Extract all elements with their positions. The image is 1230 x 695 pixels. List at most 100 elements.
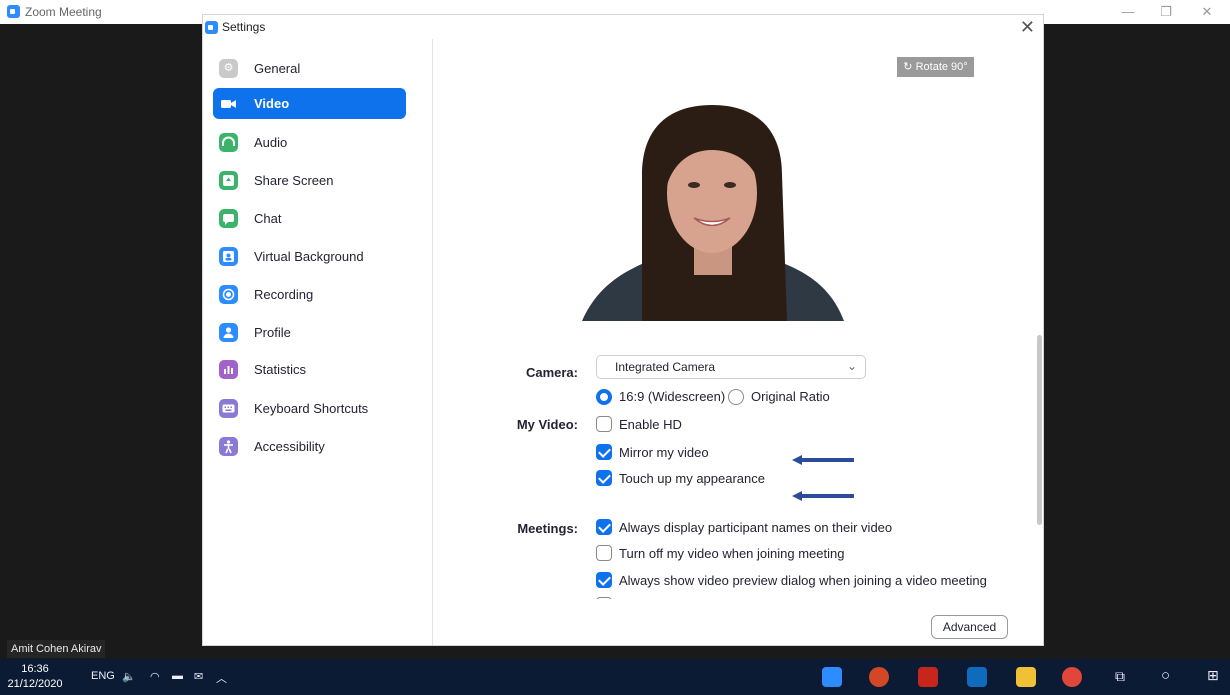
sidebar-item-label: Video: [254, 96, 290, 111]
zoom-app-icon: [205, 21, 218, 34]
participant-name-tag: Amit Cohen Akirav: [7, 640, 106, 658]
turn-off-video-checkbox[interactable]: [596, 545, 612, 561]
restore-button[interactable]: ❐: [1151, 2, 1181, 22]
ratio-widescreen-option[interactable]: 16:9 (Widescreen): [596, 387, 726, 407]
camera-select-value: Integrated Camera: [615, 360, 716, 374]
chevron-down-icon: ⌄: [846, 359, 857, 373]
meetings-label: Meetings:: [517, 521, 578, 536]
radio-original-ratio-label: Original Ratio: [751, 389, 830, 404]
taskbar-clock[interactable]: 16:36 21/12/2020: [5, 662, 65, 692]
task-view-icon[interactable]: ⧉: [1115, 668, 1125, 685]
chrome-taskbar-icon[interactable]: [1062, 667, 1082, 687]
battery-icon[interactable]: ▬: [172, 670, 183, 682]
my-video-label: My Video:: [516, 417, 578, 432]
enable-hd-option[interactable]: Enable HD: [596, 415, 796, 435]
sidebar-item-keyboard-shortcuts[interactable]: Keyboard Shortcuts: [213, 393, 406, 424]
clipped-option-row: [596, 587, 1016, 599]
settings-sidebar: ⚙ General Video Audio Share Screen Chat …: [203, 39, 433, 645]
mirror-video-checkbox[interactable]: [596, 444, 612, 460]
sidebar-item-accessibility[interactable]: Accessibility: [213, 431, 406, 462]
video-preview-dialog-checkbox[interactable]: [596, 572, 612, 588]
video-camera-icon: [219, 94, 238, 113]
advanced-button[interactable]: Advanced: [931, 615, 1008, 639]
video-preview-dialog-label: Always show video preview dialog when jo…: [619, 573, 987, 588]
touch-up-label: Touch up my appearance: [619, 471, 765, 486]
sidebar-item-label: Statistics: [254, 362, 307, 377]
powerpoint-taskbar-icon[interactable]: [869, 667, 889, 687]
search-circle-icon[interactable]: ○: [1161, 667, 1170, 684]
outlook-taskbar-icon[interactable]: [967, 667, 987, 687]
radio-original-ratio[interactable]: [728, 389, 744, 405]
sidebar-item-virtual-background[interactable]: Virtual Background: [213, 241, 406, 272]
gear-icon: ⚙: [219, 59, 238, 78]
sidebar-item-recording[interactable]: Recording: [213, 279, 406, 310]
clock-time: 16:36: [21, 663, 49, 675]
sidebar-item-label: Share Screen: [254, 173, 334, 188]
windows-taskbar: 16:36 21/12/2020 ENG 🔈 ◠ ▬ ✉ ︿ ⧉ ○ ⊞: [0, 659, 1230, 695]
sidebar-item-audio[interactable]: Audio: [213, 127, 406, 158]
sidebar-item-label: Profile: [254, 325, 291, 340]
keyboard-icon: [219, 399, 238, 418]
sidebar-item-label: Recording: [254, 287, 314, 302]
sidebar-item-chat[interactable]: Chat: [213, 203, 406, 234]
clock-date: 21/12/2020: [7, 678, 63, 690]
ratio-original-option[interactable]: Original Ratio: [728, 387, 838, 407]
sidebar-item-share-screen[interactable]: Share Screen: [213, 165, 406, 196]
close-icon[interactable]: ✕: [1020, 17, 1035, 38]
language-indicator[interactable]: ENG: [91, 670, 115, 682]
radio-widescreen-label: 16:9 (Widescreen): [619, 389, 726, 404]
annotation-arrow: [792, 455, 854, 465]
rotate-90-button[interactable]: ↻ Rotate 90°: [897, 57, 974, 77]
settings-titlebar: Settings ✕: [203, 15, 1043, 39]
windows-start-icon[interactable]: ⊞: [1207, 667, 1219, 684]
file-explorer-taskbar-icon[interactable]: [1016, 667, 1036, 687]
zoom-app-icon: [7, 5, 20, 18]
turn-off-video-option[interactable]: Turn off my video when joining meeting: [596, 544, 976, 564]
display-names-checkbox[interactable]: [596, 519, 612, 535]
display-names-option[interactable]: Always display participant names on thei…: [596, 518, 976, 538]
minimize-button[interactable]: —: [1113, 2, 1143, 22]
person-background-icon: [219, 247, 238, 266]
rotate-icon: ↻: [903, 61, 913, 73]
display-names-label: Always display participant names on thei…: [619, 520, 893, 535]
mirror-video-option[interactable]: Mirror my video: [596, 443, 796, 463]
bar-chart-icon: [219, 360, 238, 379]
sidebar-item-label: Keyboard Shortcuts: [254, 401, 369, 416]
volume-icon[interactable]: 🔈: [122, 670, 136, 683]
record-icon: [219, 285, 238, 304]
chat-icon: [219, 209, 238, 228]
sidebar-item-label: Accessibility: [254, 439, 325, 454]
headphones-icon: [219, 133, 238, 152]
sidebar-item-general[interactable]: ⚙ General: [213, 53, 406, 84]
sidebar-item-profile[interactable]: Profile: [213, 317, 406, 348]
settings-dialog: Settings ✕ ⚙ General Video Audio Share S…: [202, 14, 1044, 646]
enable-hd-checkbox[interactable]: [596, 416, 612, 432]
person-icon: [219, 323, 238, 342]
sidebar-item-video[interactable]: Video: [213, 88, 406, 119]
touch-up-option[interactable]: Touch up my appearance: [596, 469, 816, 489]
radio-widescreen[interactable]: [596, 389, 612, 405]
share-screen-icon: [219, 171, 238, 190]
window-close-button[interactable]: ✕: [1192, 2, 1222, 22]
camera-label: Camera:: [525, 365, 578, 380]
touch-up-checkbox[interactable]: [596, 470, 612, 486]
video-settings-panel: ↻ Rotate 90° Camera: Integrated Camera ⌄…: [434, 39, 1043, 645]
rotate-label: Rotate 90°: [915, 61, 968, 73]
annotation-arrow: [792, 491, 854, 501]
sidebar-item-label: Audio: [254, 135, 288, 150]
camera-select[interactable]: Integrated Camera ⌄: [596, 355, 866, 379]
acrobat-taskbar-icon[interactable]: [918, 667, 938, 687]
enable-hd-label: Enable HD: [619, 417, 682, 432]
zoom-taskbar-icon[interactable]: [822, 667, 842, 687]
settings-scrollbar[interactable]: [1037, 335, 1042, 525]
chevron-up-icon[interactable]: ︿: [216, 670, 227, 686]
turn-off-video-label: Turn off my video when joining meeting: [619, 546, 845, 561]
accessibility-icon: [219, 437, 238, 456]
sidebar-item-label: Chat: [254, 211, 282, 226]
camera-preview: [582, 105, 844, 321]
window-title: Zoom Meeting: [25, 5, 102, 19]
sidebar-item-statistics[interactable]: Statistics: [213, 354, 406, 385]
wifi-icon[interactable]: ◠: [150, 670, 160, 683]
mirror-video-label: Mirror my video: [619, 445, 709, 460]
mail-icon[interactable]: ✉: [194, 670, 203, 683]
